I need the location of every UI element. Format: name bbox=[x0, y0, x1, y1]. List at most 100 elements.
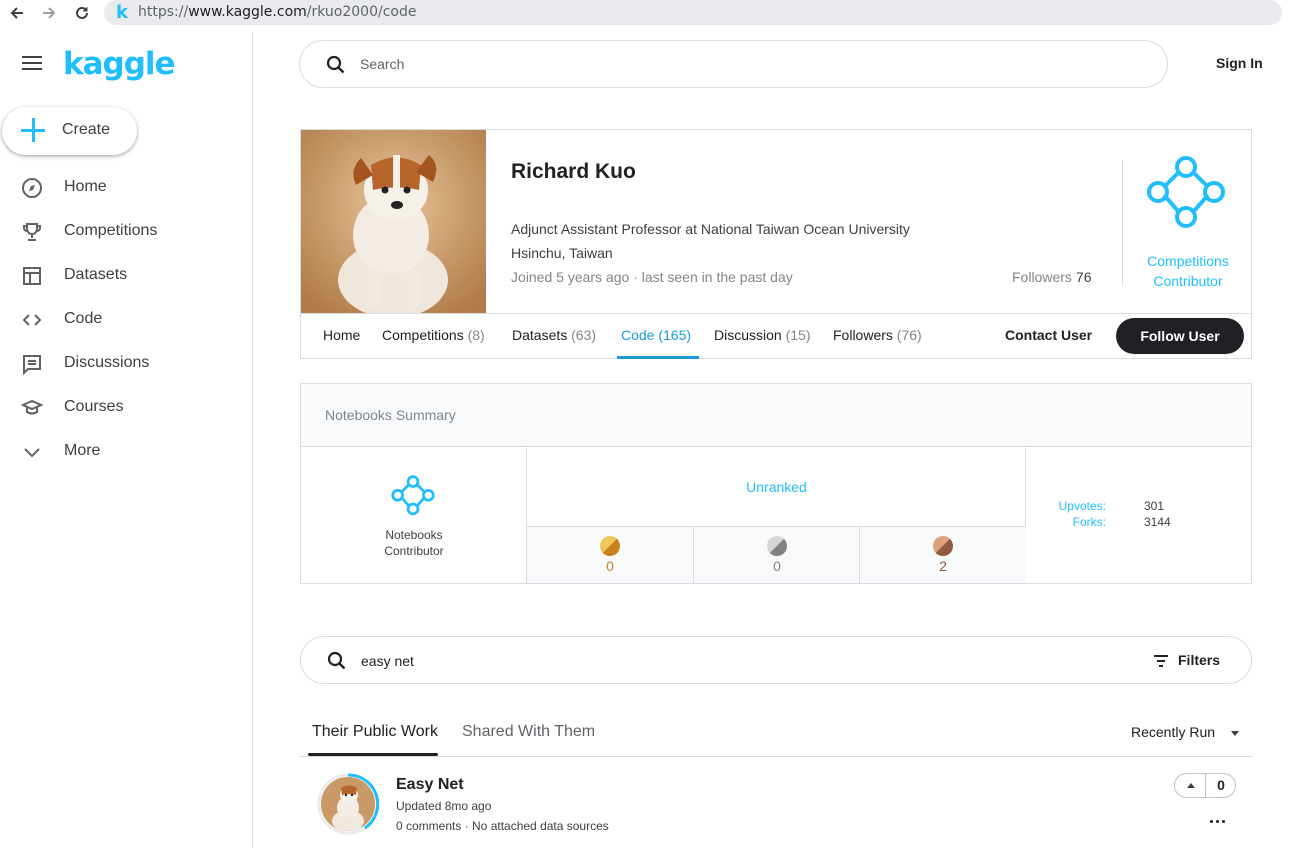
tab-followers[interactable]: Followers (76) bbox=[833, 327, 922, 343]
notebook-meta: 0 comments · No attached data sources bbox=[396, 819, 609, 833]
profile-joined: Joined 5 years ago · last seen in the pa… bbox=[511, 269, 793, 285]
back-button[interactable] bbox=[6, 2, 28, 24]
contributor-tier-icon bbox=[1147, 156, 1225, 228]
code-icon bbox=[22, 314, 42, 326]
sidebar-item-code[interactable]: Code bbox=[0, 298, 252, 342]
search-input[interactable]: Search bbox=[299, 40, 1168, 88]
vote-count: 0 bbox=[1217, 777, 1225, 793]
code-search-value: easy net bbox=[361, 653, 414, 669]
plus-icon bbox=[20, 117, 46, 143]
caret-down-icon[interactable] bbox=[1231, 731, 1239, 736]
upvotes-value: 301 bbox=[1144, 499, 1165, 513]
sidebar-item-label: Courses bbox=[64, 398, 124, 415]
list-item[interactable]: Easy Net Updated 8mo ago 0 comments · No… bbox=[300, 758, 1252, 848]
search-icon bbox=[327, 651, 346, 670]
sidebar-item-label: Discussions bbox=[64, 354, 150, 371]
notebooks-summary-title: Notebooks Summary bbox=[325, 407, 456, 423]
graduation-cap-icon bbox=[21, 399, 43, 415]
tab-home[interactable]: Home bbox=[323, 327, 360, 343]
active-tab-indicator bbox=[308, 753, 438, 756]
sidebar-item-home[interactable]: Home bbox=[0, 166, 252, 210]
reload-icon bbox=[76, 6, 88, 19]
sign-in-link[interactable]: Sign In bbox=[1216, 55, 1263, 71]
bronze-medal-icon bbox=[933, 536, 953, 556]
forward-button[interactable] bbox=[38, 2, 60, 24]
active-tab-indicator bbox=[617, 356, 699, 359]
notebook-title[interactable]: Easy Net bbox=[396, 776, 464, 794]
rank-value: Unranked bbox=[746, 479, 807, 495]
notebook-thumbnail bbox=[317, 773, 379, 835]
hamburger-menu-icon[interactable] bbox=[22, 56, 42, 72]
sidebar-item-label: More bbox=[64, 442, 101, 459]
forks-value: 3144 bbox=[1144, 515, 1171, 529]
filter-icon bbox=[1154, 655, 1168, 667]
comment-icon bbox=[23, 355, 41, 375]
trophy-icon bbox=[23, 223, 41, 241]
search-icon bbox=[326, 55, 345, 74]
profile-tabs: Home Competitions (8) Datasets (63) Code… bbox=[301, 313, 1251, 359]
divider bbox=[1122, 160, 1123, 285]
notebooks-rank: Unranked 0 0 2 bbox=[527, 447, 1026, 584]
arrow-left-icon bbox=[10, 7, 23, 19]
profile-card: Richard Kuo Adjunct Assistant Professor … bbox=[300, 129, 1252, 359]
address-bar[interactable]: k https://www.kaggle.com/rkuo2000/code bbox=[104, 0, 1282, 25]
bronze-count: 2 bbox=[939, 558, 947, 574]
sidebar-item-courses[interactable]: Courses bbox=[0, 386, 252, 430]
notebooks-summary: Notebooks Summary Notebooks Contributor U… bbox=[300, 383, 1252, 584]
sidebar-item-competitions[interactable]: Competitions bbox=[0, 210, 252, 254]
kaggle-favicon-icon: k bbox=[116, 2, 128, 23]
gold-medal-icon bbox=[600, 536, 620, 556]
code-search-input[interactable]: easy net Filters bbox=[300, 636, 1252, 684]
more-options-icon[interactable] bbox=[1204, 814, 1232, 828]
tab-their-public-work[interactable]: Their Public Work bbox=[312, 723, 438, 741]
vote-widget: 0 bbox=[1174, 773, 1236, 798]
profile-location: Hsinchu, Taiwan bbox=[511, 245, 613, 261]
work-tabs: Their Public Work Shared With Them Recen… bbox=[300, 712, 1252, 757]
create-button[interactable]: Create bbox=[2, 107, 137, 155]
avatar bbox=[321, 777, 375, 831]
notebook-updated: Updated 8mo ago bbox=[396, 799, 492, 813]
sort-dropdown[interactable]: Recently Run bbox=[1131, 724, 1215, 740]
silver-medal-icon bbox=[767, 536, 787, 556]
bronze-medals: 2 bbox=[859, 527, 1025, 584]
medal-row: 0 0 2 bbox=[527, 526, 1026, 584]
followers-count[interactable]: Followers 76 bbox=[1012, 269, 1091, 285]
tab-competitions[interactable]: Competitions (8) bbox=[382, 327, 485, 343]
browser-toolbar: k https://www.kaggle.com/rkuo2000/code bbox=[0, 0, 1296, 26]
profile-occupation: Adjunct Assistant Professor at National … bbox=[511, 221, 910, 237]
tier-label: Competitions Contributor bbox=[1147, 253, 1229, 289]
profile-photo bbox=[301, 130, 486, 314]
sidebar-item-more[interactable]: More bbox=[0, 430, 252, 474]
kaggle-logo[interactable]: kaggle bbox=[63, 46, 176, 82]
arrow-right-icon bbox=[43, 7, 56, 19]
tab-datasets[interactable]: Datasets (63) bbox=[512, 327, 596, 343]
chevron-down-icon bbox=[24, 448, 40, 458]
notebooks-tier: Notebooks Contributor bbox=[301, 447, 527, 583]
sidebar-item-label: Competitions bbox=[64, 222, 158, 239]
tab-code[interactable]: Code (165) bbox=[621, 327, 691, 343]
tab-shared-with-them[interactable]: Shared With Them bbox=[462, 723, 595, 741]
silver-medals: 0 bbox=[693, 527, 859, 584]
sidebar-item-discussions[interactable]: Discussions bbox=[0, 342, 252, 386]
filters-button[interactable]: Filters bbox=[1178, 652, 1220, 668]
forks-label: Forks: bbox=[1072, 515, 1106, 529]
gold-count: 0 bbox=[606, 558, 614, 574]
upvote-button[interactable] bbox=[1175, 774, 1206, 797]
profile-name: Richard Kuo bbox=[511, 160, 636, 183]
follow-user-button[interactable]: Follow User bbox=[1116, 318, 1244, 354]
notebooks-stats: Upvotes: 301 Forks: 3144 bbox=[1026, 447, 1251, 583]
contact-user-button[interactable]: Contact User bbox=[1005, 327, 1092, 343]
sidebar-nav: Home Competitions Datasets Code Discussi… bbox=[0, 166, 252, 474]
sidebar-item-label: Datasets bbox=[64, 266, 128, 283]
sidebar-item-datasets[interactable]: Datasets bbox=[0, 254, 252, 298]
silver-count: 0 bbox=[773, 558, 781, 574]
gold-medals: 0 bbox=[527, 527, 693, 584]
tab-discussion[interactable]: Discussion (15) bbox=[714, 327, 811, 343]
reload-button[interactable] bbox=[71, 2, 93, 24]
notebooks-tier-label: Notebooks Contributor bbox=[384, 528, 444, 558]
url-text: https://www.kaggle.com/rkuo2000/code bbox=[138, 4, 417, 20]
notebooks-tier-icon bbox=[391, 475, 435, 516]
sidebar-item-label: Home bbox=[64, 178, 107, 195]
notebooks-summary-header: Notebooks Summary bbox=[301, 384, 1251, 447]
table-icon bbox=[23, 267, 41, 285]
